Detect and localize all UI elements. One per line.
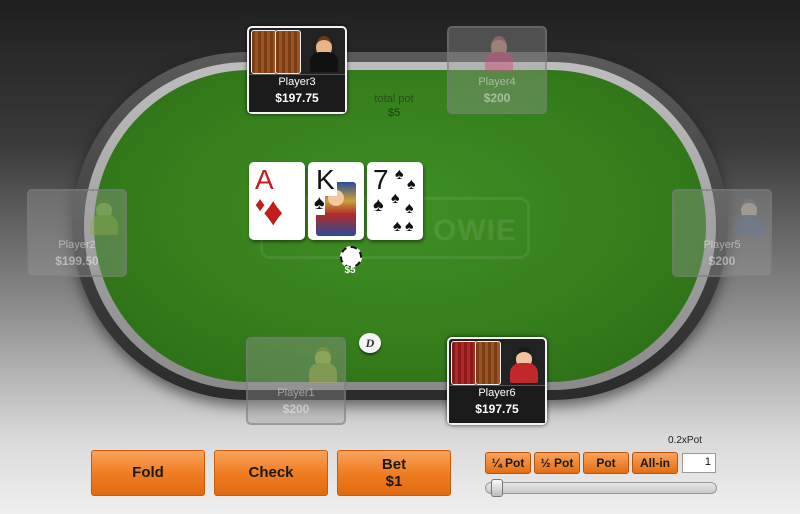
seat-name: Player5 <box>703 239 741 251</box>
check-button-label: Check <box>248 464 294 481</box>
bet-button[interactable]: Bet $1 <box>337 450 451 496</box>
bet-slider-track[interactable] <box>485 482 717 494</box>
total-pot: total pot $5 <box>360 92 428 120</box>
fold-button[interactable]: Fold <box>91 450 205 496</box>
bet-slider-thumb[interactable] <box>491 479 504 497</box>
seat-stack: $200 <box>282 402 310 416</box>
pot-chip-value: $5 <box>344 265 356 276</box>
board-card-1: A ♦ ♦ <box>249 162 305 240</box>
seat-stack: $200 <box>483 91 511 105</box>
fold-button-label: Fold <box>132 464 164 481</box>
board-card-3-suit: ♠ <box>373 194 384 216</box>
diamond-icon: ♦ <box>263 190 284 234</box>
bet-button-amount: $1 <box>385 473 403 490</box>
board-card-2: K ♠ <box>308 162 364 240</box>
avatar-icon <box>307 32 341 72</box>
pot-button[interactable]: Pot <box>583 452 629 474</box>
seat-player2[interactable]: Player2 $199.50 <box>27 189 127 277</box>
seat-name: Player6 <box>478 387 516 399</box>
seat-player1[interactable]: Player1 $200 <box>246 337 346 425</box>
seat-stack: $197.75 <box>475 402 519 416</box>
hole-card-back-1 <box>451 341 477 385</box>
avatar-icon <box>507 343 541 383</box>
seat-player4[interactable]: Player4 $200 <box>447 26 547 114</box>
half-pot-button[interactable]: ½ Pot <box>534 452 580 474</box>
avatar-icon <box>482 32 516 72</box>
board-card-2-suit: ♠ <box>314 192 325 215</box>
seat-name: Player1 <box>277 387 315 399</box>
avatar-icon <box>306 343 340 383</box>
seat-name: Player3 <box>278 76 316 88</box>
board-card-3-rank: 7 <box>373 164 389 195</box>
total-pot-label: total pot <box>374 93 414 105</box>
seat-player3[interactable]: Player3 $197.75 <box>247 26 347 114</box>
bet-amount-input[interactable]: 1 <box>682 453 716 473</box>
quarter-pot-button[interactable]: ¼ Pot <box>485 452 531 474</box>
board-card-3: 7 ♠ ♠ ♠ ♠ ♠ ♠ ♠ <box>367 162 423 240</box>
hole-card-back-1 <box>251 30 277 74</box>
hole-card-back-2 <box>475 341 501 385</box>
seat-stack: $200 <box>708 254 736 268</box>
seat-stack: $197.75 <box>275 91 319 105</box>
hole-card-back-2 <box>275 30 301 74</box>
poker-table-screen: OWIE total pot $5 A ♦ ♦ K ♠ 7 ♠ ♠ ♠ ♠ ♠ ♠ ♠… <box>0 0 800 514</box>
avatar-icon <box>87 195 121 235</box>
bet-button-label: Bet <box>381 456 407 473</box>
seat-player6[interactable]: Player6 $197.75 <box>447 337 547 425</box>
seat-stack: $199.50 <box>55 254 99 268</box>
total-pot-value: $5 <box>387 107 401 119</box>
check-button[interactable]: Check <box>214 450 328 496</box>
dealer-button: D <box>359 333 381 353</box>
all-in-button[interactable]: All-in <box>632 452 678 474</box>
avatar-icon <box>732 195 766 235</box>
bet-multiplier-label: 0.2xPot <box>668 435 702 446</box>
seat-name: Player2 <box>58 239 96 251</box>
seat-player5[interactable]: Player5 $200 <box>672 189 772 277</box>
seat-name: Player4 <box>478 76 516 88</box>
